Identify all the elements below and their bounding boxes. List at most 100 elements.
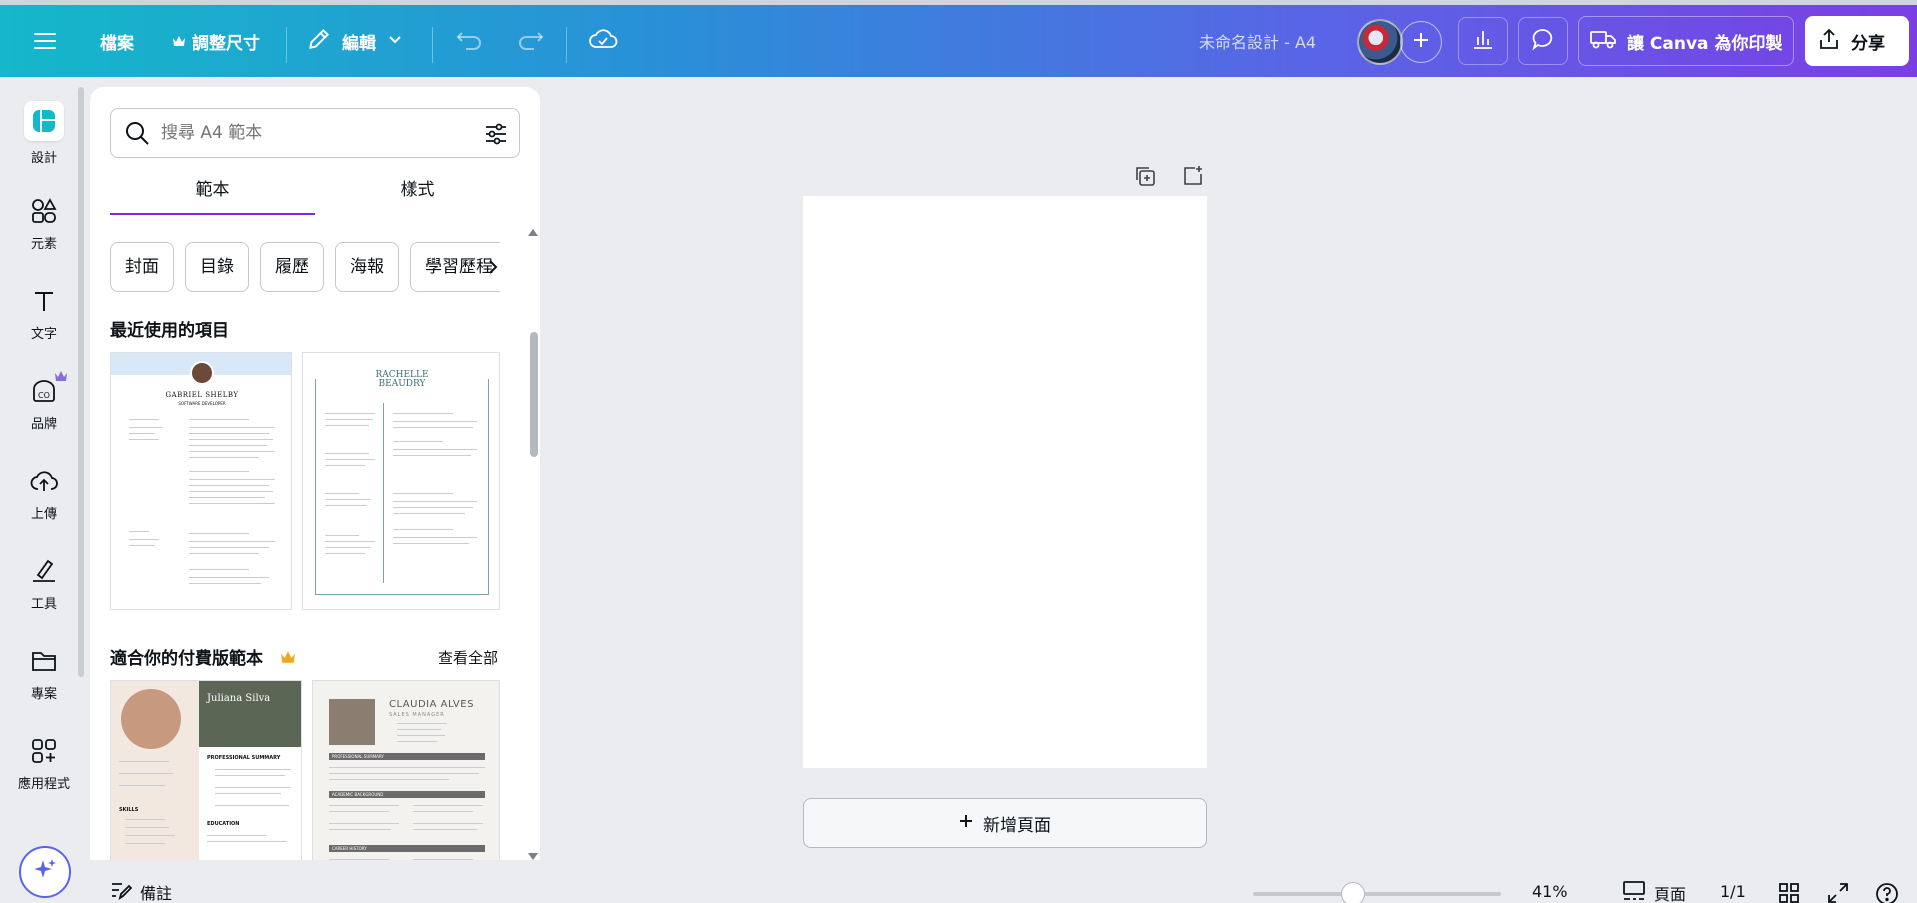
chevron-right-icon[interactable]: [485, 252, 501, 286]
comments-button[interactable]: [1518, 17, 1568, 65]
chip-toc[interactable]: 目錄: [185, 242, 249, 292]
search-input[interactable]: [161, 123, 471, 143]
template-name: GABRIEL SHELBY: [165, 391, 239, 399]
template-role: SALES MANAGER: [389, 712, 445, 718]
scrollbar-thumb[interactable]: [530, 332, 538, 457]
crown-icon: [54, 367, 68, 386]
crown-icon: [172, 32, 186, 51]
truck-icon: [1589, 28, 1617, 54]
print-with-canva-button[interactable]: 讓 Canva 為你印製: [1578, 16, 1794, 66]
search-icon: [123, 119, 151, 147]
cloud-save-button[interactable]: [588, 5, 618, 77]
rail-scrollbar[interactable]: [78, 87, 84, 677]
zoom-slider-handle[interactable]: [1341, 882, 1365, 903]
pages-icon: [1622, 880, 1646, 903]
rail-item-tools[interactable]: 工具: [0, 551, 88, 621]
rail-item-projects[interactable]: 專案: [0, 641, 88, 711]
document-title[interactable]: 未命名設計 - A4: [1199, 5, 1316, 77]
design-icon: [24, 101, 64, 141]
add-page-icon[interactable]: [1181, 164, 1205, 192]
rail-item-text[interactable]: 文字: [0, 281, 88, 351]
templates-panel: 範本 樣式 封面 目錄 履歷 海報 學習歷程 最近使用的項目 GABRIEL S…: [90, 87, 540, 860]
plus-icon: [1413, 32, 1429, 52]
top-bar: 檔案 調整尺寸 編輯 未命名設計 - A4 讓 Canva 為你印製 分享: [0, 5, 1917, 77]
template-section: SKILLS: [119, 807, 139, 813]
fullscreen-icon[interactable]: [1827, 882, 1849, 903]
rail-label: 專案: [30, 687, 57, 702]
grid-view-icon[interactable]: [1778, 882, 1800, 903]
cloud-check-icon: [588, 27, 618, 55]
draw-icon: [28, 555, 60, 587]
panel-tabs: 範本 樣式: [110, 175, 520, 215]
notes-label: 備註: [140, 884, 173, 903]
zoom-slider[interactable]: [1253, 882, 1501, 903]
template-section: PROFESSIONAL SUMMARY: [207, 755, 281, 761]
sparkle-icon: [32, 857, 58, 887]
magic-assistant-button[interactable]: [19, 846, 71, 898]
chip-cover[interactable]: 封面: [110, 242, 174, 292]
category-chips: 封面 目錄 履歷 海報 學習歷程: [110, 242, 500, 292]
tab-styles[interactable]: 樣式: [315, 175, 520, 215]
resize-label: 調整尺寸: [192, 33, 260, 54]
redo-button[interactable]: [516, 5, 544, 77]
pages-button[interactable]: 頁面: [1622, 880, 1686, 903]
rail-item-apps[interactable]: 應用程式: [0, 731, 88, 801]
share-button[interactable]: 分享: [1805, 16, 1909, 66]
panel-scrollbar[interactable]: [527, 227, 539, 860]
template-name: CLAUDIA ALVES: [389, 699, 474, 710]
invite-button[interactable]: [1400, 21, 1442, 63]
bar-chart-icon: [1471, 27, 1495, 55]
zoom-level[interactable]: 41%: [1532, 882, 1568, 901]
avatar: [190, 361, 214, 385]
edit-label: 編輯: [342, 33, 376, 54]
bottom-bar: 備註 41% 頁面 1/1: [90, 870, 1917, 903]
premium-template-card[interactable]: CLAUDIA ALVES SALES MANAGER PROFESSIONAL…: [312, 680, 500, 860]
divider: [566, 27, 567, 63]
upload-icon: [1817, 27, 1841, 55]
edit-menu[interactable]: 編輯: [306, 5, 404, 77]
plus-icon: [959, 813, 973, 833]
help-icon[interactable]: [1875, 882, 1899, 903]
filter-icon[interactable]: [483, 121, 509, 151]
svg-text:CO: CO: [38, 391, 50, 400]
menu-button[interactable]: [28, 5, 62, 77]
insights-button[interactable]: [1458, 17, 1508, 65]
file-menu[interactable]: 檔案: [100, 5, 134, 77]
rail-label: 設計: [30, 151, 57, 166]
rail-item-uploads[interactable]: 上傳: [0, 461, 88, 531]
rail-item-design[interactable]: 設計: [0, 101, 88, 171]
card-frame: [315, 379, 489, 595]
scroll-up-icon[interactable]: [527, 227, 539, 237]
recent-template-card[interactable]: RACHELLE BEAUDRY: [302, 352, 500, 610]
add-page-button[interactable]: 新增頁面: [803, 798, 1207, 848]
comment-icon: [1531, 27, 1555, 55]
search-box[interactable]: [110, 108, 520, 158]
duplicate-page-icon[interactable]: [1133, 164, 1157, 192]
template-name: Juliana Silva: [207, 693, 271, 704]
crown-icon: [280, 649, 296, 668]
undo-button[interactable]: [456, 5, 484, 77]
divider: [286, 27, 287, 63]
page-count: 1/1: [1720, 882, 1746, 901]
notes-button[interactable]: 備註: [110, 880, 172, 903]
divider: [432, 27, 433, 63]
hamburger-icon: [34, 33, 56, 49]
premium-template-card[interactable]: Juliana Silva PROFESSIONAL SUMMARY EDUCA…: [110, 680, 302, 860]
template-section: EDUCATION: [207, 821, 240, 827]
chip-resume[interactable]: 履歷: [260, 242, 324, 292]
recent-template-card[interactable]: GABRIEL SHELBY SOFTWARE DEVELOPER: [110, 352, 292, 610]
avatar[interactable]: [1357, 19, 1403, 65]
rail-item-brand[interactable]: CO 品牌: [0, 371, 88, 441]
shapes-icon: [28, 195, 60, 227]
rail-label: 應用程式: [17, 777, 70, 792]
design-page[interactable]: [803, 196, 1207, 768]
rail-item-elements[interactable]: 元素: [0, 191, 88, 261]
see-all-link[interactable]: 查看全部: [438, 647, 498, 668]
rail-label: 品牌: [30, 417, 57, 432]
tab-templates[interactable]: 範本: [110, 175, 315, 215]
chip-poster[interactable]: 海報: [335, 242, 399, 292]
resize-button[interactable]: 調整尺寸: [172, 5, 260, 77]
text-icon: [28, 285, 60, 317]
scroll-down-icon[interactable]: [527, 852, 539, 860]
avatar: [121, 689, 181, 749]
